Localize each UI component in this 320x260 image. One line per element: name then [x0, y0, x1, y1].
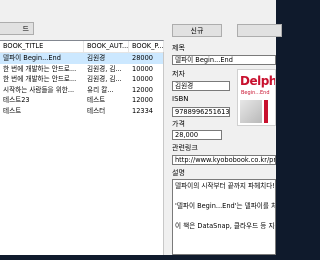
cell-author: 유리 칼...: [87, 85, 114, 94]
new-button[interactable]: 신규: [172, 24, 222, 37]
table-row[interactable]: 한 번에 개발하는 안드로... 김원경, 김... 10000: [0, 64, 163, 75]
cell-author: 김원경, 김...: [87, 75, 122, 84]
author-label: 저자: [172, 70, 185, 78]
table-row[interactable]: 시작하는 사람들을 위한... 유리 칼... 12000: [0, 85, 163, 96]
column-header-price[interactable]: BOOK_P...: [129, 41, 164, 52]
cell-price: 12334: [132, 106, 153, 115]
list-header: BOOK_TITLE BOOK_AUT... BOOK_P...: [0, 41, 164, 53]
app-window: 드 신규 BOOK_TITLE BOOK_AUT... BOOK_P... 델파…: [0, 0, 282, 255]
cell-author: 테스트: [87, 96, 106, 105]
table-row[interactable]: 테스트 테스터 12334: [0, 106, 163, 117]
cell-price: 10000: [132, 75, 153, 84]
taskbar: [0, 255, 276, 260]
cover-graphic: [240, 100, 262, 123]
cell-title: 테스트: [3, 106, 22, 115]
column-header-title[interactable]: BOOK_TITLE: [0, 41, 84, 52]
toolbar-right-button[interactable]: [237, 24, 282, 37]
title-label: 제목: [172, 44, 185, 52]
description-line: [175, 191, 273, 201]
isbn-label: ISBN: [172, 95, 189, 103]
column-header-author[interactable]: BOOK_AUT...: [84, 41, 129, 52]
description-line: 델파이의 시작부터 끝까지 파헤치다!: [175, 182, 275, 190]
cover-subtitle: Begin...End: [241, 90, 270, 96]
table-row[interactable]: 테스트23 테스트 12000: [0, 95, 163, 106]
cell-title: 델파이 Begin...End: [3, 54, 61, 62]
price-field[interactable]: 28,000: [172, 130, 222, 140]
cover-spine-stripe: [264, 100, 268, 123]
cell-author: 김원경: [87, 54, 106, 62]
author-field[interactable]: 김원경: [172, 81, 230, 91]
cell-title: 한 번에 개발하는 안드로...: [3, 75, 77, 84]
link-label: 관련링크: [172, 144, 198, 152]
description-field[interactable]: 델파이의 시작부터 끝까지 파헤치다! '델파이 Begin...End'는 델…: [172, 179, 276, 255]
cell-title: 한 번에 개발하는 안드로...: [3, 64, 77, 73]
price-label: 가격: [172, 120, 185, 128]
cover-title: Delphi: [240, 74, 275, 88]
list-rows: 델파이 Begin...End 김원경 28000 한 번에 개발하는 안드로... 김…: [0, 53, 163, 117]
table-row[interactable]: 한 번에 개발하는 안드로... 김원경, 김... 10000: [0, 74, 163, 85]
description-line: 이 책은 DataSnap, 클라우드 등 지속: [175, 222, 276, 230]
isbn-field[interactable]: 9788996251613: [172, 107, 230, 117]
book-list[interactable]: BOOK_TITLE BOOK_AUT... BOOK_P... 델파이 Beg…: [0, 40, 164, 255]
description-line: '델파이 Begin...End'는 델파이를 처음: [175, 202, 276, 210]
cell-author: 김원경, 김...: [87, 64, 122, 73]
cell-author: 테스터: [87, 106, 106, 115]
cell-price: 10000: [132, 64, 153, 73]
cell-price: 12000: [132, 96, 153, 105]
description-label: 설명: [172, 169, 185, 177]
cell-price: 12000: [132, 85, 153, 94]
cell-price: 28000: [132, 54, 153, 62]
description-line: [175, 211, 273, 221]
cell-title: 시작하는 사람들을 위한...: [3, 85, 75, 94]
toolbar-left-button[interactable]: 드: [0, 22, 34, 35]
link-field[interactable]: http://www.kyobobook.co.kr/product/: [172, 155, 276, 165]
table-row[interactable]: 델파이 Begin...End 김원경 28000: [0, 53, 163, 64]
book-cover-image: Delphi Begin...End: [237, 69, 276, 126]
title-field[interactable]: 델파이 Begin...End: [172, 55, 276, 65]
cell-title: 테스트23: [3, 96, 30, 105]
